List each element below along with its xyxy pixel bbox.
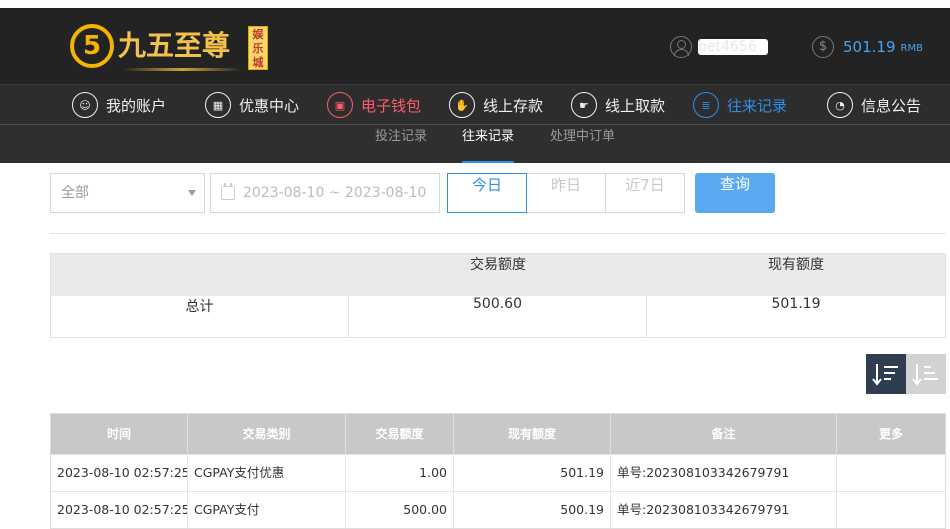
table-row[interactable]: 2023-08-10 02:57:25 CGPAY支付 500.00 500.1… (51, 491, 945, 528)
today-button[interactable]: 今日 (447, 173, 527, 213)
tab-bet-records[interactable]: 投注记录 (375, 125, 427, 163)
summary-header-cell: 交易额度 (470, 257, 526, 273)
brand-badge: 娱乐城 (248, 26, 268, 70)
username: bet4656 (698, 39, 768, 55)
summary-cell: 501.19 (771, 296, 821, 312)
records-icon: ≣ (693, 92, 719, 118)
gift-icon: ▦ (205, 92, 231, 118)
nav-label: 线上取款 (605, 96, 666, 115)
yesterday-button[interactable]: 昨日 (526, 173, 606, 213)
sort-asc-icon[interactable] (906, 354, 946, 394)
column-header: 交易额度 (346, 414, 454, 454)
cell-balance: 500.19 (454, 492, 611, 528)
cell-time: 2023-08-10 02:57:25 (51, 492, 188, 528)
column-header: 现有额度 (454, 414, 611, 454)
logo-mark-icon: 5 (70, 24, 114, 68)
cell-time: 2023-08-10 02:57:25 (51, 455, 188, 491)
cell-balance: 501.19 (454, 455, 611, 491)
divider (50, 233, 946, 234)
cell-amount: 500.00 (346, 492, 454, 528)
nav-label: 信息公告 (861, 96, 922, 115)
summary-header-cell (51, 254, 349, 296)
date-range-value: 2023-08-10 ~ 2023-08-10 (243, 185, 427, 201)
nav-label: 优惠中心 (239, 96, 300, 115)
nav-item-promotions[interactable]: ▦ 优惠中心 (205, 85, 299, 125)
user-icon (670, 36, 692, 58)
cell-more[interactable] (837, 455, 945, 491)
cell-note: 单号:202308103342679791 (611, 455, 837, 491)
column-header: 交易类别 (188, 414, 346, 454)
withdraw-icon: ☛ (571, 92, 597, 118)
user-info[interactable]: bet4656 (670, 35, 768, 59)
deposit-icon: ✋ (449, 92, 475, 118)
last-7-days-button[interactable]: 近7日 (605, 173, 685, 213)
balance-amount: 501.19 (843, 38, 896, 56)
cell-type: CGPAY支付 (188, 492, 346, 528)
type-select-value: 全部 (61, 185, 89, 201)
sub-nav: 投注记录 往来记录 处理中订单 (0, 124, 950, 163)
nav-label: 我的账户 (106, 96, 167, 115)
dropdown-arrow-icon (188, 190, 196, 196)
nav-item-notices[interactable]: ◔ 信息公告 (827, 85, 921, 125)
balance-info[interactable]: $ 501.19 RMB (812, 35, 923, 59)
bell-icon: ◔ (827, 92, 853, 118)
summary-header: 交易额度 现有额度 (51, 254, 945, 296)
brand-name: 九五至尊 (118, 29, 231, 62)
summary-table: 交易额度 现有额度 总计 500.60 501.19 (50, 253, 946, 338)
nav-item-account[interactable]: ☺ 我的账户 (72, 85, 166, 125)
calendar-icon (221, 183, 235, 200)
user-icon: ☺ (72, 92, 98, 118)
wallet-icon: ▣ (327, 92, 353, 118)
nav-item-deposit[interactable]: ✋ 线上存款 (449, 85, 543, 125)
nav-item-records[interactable]: ≣ 往来记录 (693, 85, 787, 125)
search-button[interactable]: 查询 (695, 173, 775, 213)
type-select[interactable]: 全部 (50, 173, 205, 213)
tab-pending-orders[interactable]: 处理中订单 (550, 125, 615, 163)
table-header: 时间 交易类别 交易额度 现有额度 备注 更多 (51, 414, 945, 454)
cell-amount: 1.00 (346, 455, 454, 491)
balance-unit: RMB (900, 43, 923, 54)
nav-item-wallet[interactable]: ▣ 电子钱包 (327, 85, 421, 125)
summary-cell: 总计 (51, 296, 349, 338)
cell-type: CGPAY支付优惠 (188, 455, 346, 491)
cell-more[interactable] (837, 492, 945, 528)
logo-ornament (122, 68, 242, 71)
cell-note: 单号:202308103342679791 (611, 492, 837, 528)
summary-row: 总计 500.60 501.19 (51, 296, 945, 338)
summary-cell: 500.60 (349, 296, 647, 338)
nav-label: 往来记录 (727, 96, 788, 115)
summary-header-cell: 现有额度 (768, 257, 824, 273)
dollar-icon: $ (812, 36, 834, 58)
nav-label: 电子钱包 (361, 96, 422, 115)
nav-label: 线上存款 (483, 96, 544, 115)
column-header: 备注 (611, 414, 837, 454)
records-table: 时间 交易类别 交易额度 现有额度 备注 更多 2023-08-10 02:57… (50, 413, 946, 529)
top-strip (0, 0, 950, 8)
nav-item-withdraw[interactable]: ☛ 线上取款 (571, 85, 665, 125)
header: 5 九五至尊 娱乐城 bet4656 $ 501.19 RMB (0, 8, 950, 84)
column-header: 时间 (51, 414, 188, 454)
sort-buttons (866, 354, 946, 394)
date-range-input[interactable]: 2023-08-10 ~ 2023-08-10 (210, 173, 440, 213)
main-nav: ☺ 我的账户 ▦ 优惠中心 ▣ 电子钱包 ✋ 线上存款 ☛ 线上取款 ≣ 往来记… (0, 84, 950, 124)
tab-transaction-records[interactable]: 往来记录 (462, 125, 515, 163)
table-row[interactable]: 2023-08-10 02:57:25 CGPAY支付优惠 1.00 501.1… (51, 454, 945, 491)
filter-bar: 全部 2023-08-10 ~ 2023-08-10 今日 昨日 近7日 查询 (50, 173, 950, 215)
brand-logo[interactable]: 5 九五至尊 娱乐城 (70, 22, 270, 78)
column-header: 更多 (878, 427, 903, 441)
sort-desc-icon[interactable] (866, 354, 906, 394)
